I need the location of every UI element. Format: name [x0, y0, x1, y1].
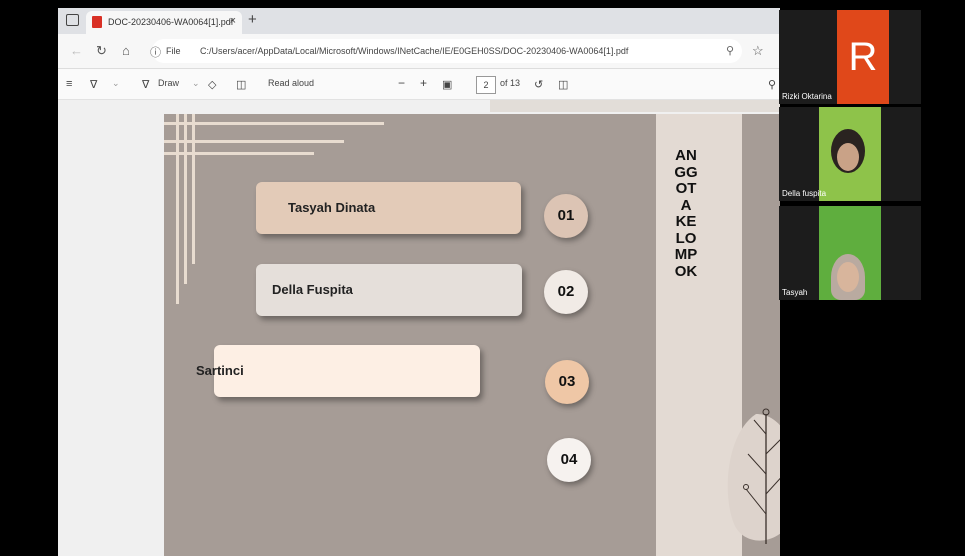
back-icon[interactable]: ← [70, 43, 83, 58]
read-aloud-button[interactable]: Read aloud [268, 78, 314, 88]
participant-tile[interactable]: Tasyah [779, 206, 921, 300]
view-icon[interactable]: ◫ [236, 78, 246, 91]
draw-icon[interactable]: ∇ [142, 78, 149, 91]
file-label: File [166, 46, 181, 56]
plant-decoration-icon [727, 408, 780, 544]
member-name: Tasyah Dinata [288, 200, 376, 215]
member-card: Tasyah Dinata [256, 182, 521, 234]
participant-avatar: R [837, 10, 889, 104]
fit-page-icon[interactable]: ▣ [442, 78, 452, 91]
participant-video [819, 107, 881, 201]
pdf-page: Tasyah Dinata Della Fuspita Sartinci 01 … [164, 114, 780, 556]
decor-line [176, 114, 179, 304]
decor-line [184, 114, 187, 284]
participant-tile[interactable]: R Rizki Oktarina [779, 10, 921, 104]
pdf-file-icon [92, 16, 102, 28]
new-tab-button[interactable]: + [248, 11, 257, 28]
tab-title: DOC-20230406-WA0064[1].pdf [108, 17, 234, 27]
home-icon[interactable]: ⌂ [122, 43, 130, 58]
member-card: Sartinci [196, 345, 480, 397]
vertical-title: ANGGOTA KELOMPOK [674, 147, 698, 280]
member-name: Della Fuspita [272, 282, 353, 297]
zoom-out-button[interactable]: − [398, 76, 405, 90]
url-text: C:/Users/acer/AppData/Local/Microsoft/Wi… [200, 46, 629, 56]
zoom-indicator-icon[interactable]: ⚲ [726, 44, 734, 57]
chevron-down-icon[interactable]: ⌄ [192, 78, 200, 89]
participant-name: Rizki Oktarina [782, 92, 832, 101]
page-number-input[interactable]: 2 [476, 76, 496, 94]
chevron-down-icon[interactable]: ⌄ [112, 78, 120, 89]
decor-line [164, 122, 384, 125]
member-name: Sartinci [196, 363, 244, 378]
pdf-viewer: Tasyah Dinata Della Fuspita Sartinci 01 … [58, 100, 780, 556]
refresh-icon[interactable]: ↻ [96, 43, 107, 59]
participant-name: Tasyah [782, 288, 808, 297]
info-icon: ⓘ [150, 47, 161, 59]
tab-close-button[interactable]: × [230, 15, 236, 27]
number-circle: 01 [544, 194, 588, 238]
search-icon[interactable]: ⚲ [768, 78, 776, 91]
participant-tile[interactable]: Della fuspita [779, 107, 921, 201]
pdf-toolbar: ≡ ∇ ⌄ ∇ Draw ⌄ ◇ ◫ Read aloud − + ▣ 2 of… [58, 69, 780, 100]
person-face [837, 143, 859, 171]
number-circle: 03 [545, 360, 589, 404]
browser-window: DOC-20230406-WA0064[1].pdf × + ← ↻ ⌂ ⓘ F… [58, 8, 780, 556]
number-circle: 04 [547, 438, 591, 482]
person-face [837, 262, 859, 292]
favorite-icon[interactable]: ☆ [752, 43, 764, 59]
tab-actions-icon[interactable] [66, 14, 79, 26]
decor-line [192, 114, 195, 264]
draw-button[interactable]: Draw [158, 78, 179, 88]
zoom-in-button[interactable]: + [420, 76, 427, 90]
page-view-icon[interactable]: ◫ [558, 78, 568, 91]
member-card: Della Fuspita [256, 264, 522, 316]
eraser-icon[interactable]: ◇ [208, 78, 216, 91]
url-field[interactable]: ⓘ File C:/Users/acer/AppData/Local/Micro… [150, 39, 742, 63]
participant-video [819, 206, 881, 300]
tab-bar: DOC-20230406-WA0064[1].pdf × + [58, 8, 780, 34]
previous-page-edge [490, 100, 780, 112]
decor-line [164, 140, 344, 143]
number-circle: 02 [544, 270, 588, 314]
rotate-icon[interactable]: ↺ [534, 78, 543, 91]
tab-pdf[interactable]: DOC-20230406-WA0064[1].pdf × [86, 11, 242, 34]
address-bar: ← ↻ ⌂ ⓘ File C:/Users/acer/AppData/Local… [58, 34, 780, 69]
page-total: of 13 [500, 78, 521, 88]
contents-icon[interactable]: ≡ [66, 78, 72, 90]
participant-name: Della fuspita [782, 189, 827, 198]
highlight-icon[interactable]: ∇ [90, 78, 97, 91]
